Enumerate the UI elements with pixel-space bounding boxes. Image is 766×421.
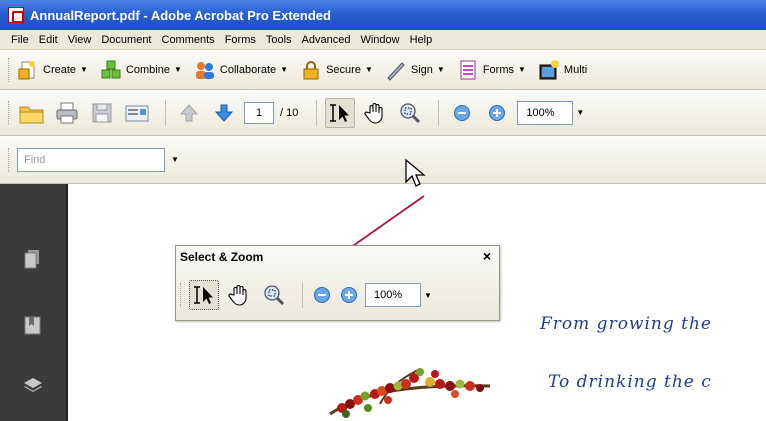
close-icon[interactable]: × [483, 248, 491, 264]
select-zoom-floating-toolbar[interactable]: Select & Zoom × 100% ▼ [175, 245, 500, 321]
hand-icon [228, 285, 247, 306]
floating-toolbar-title: Select & Zoom [180, 250, 264, 264]
mouse-pointer-icon [405, 158, 426, 187]
zoom-in-icon [341, 287, 357, 303]
zoom-out-icon [314, 287, 330, 303]
toolbar-separator [302, 282, 303, 308]
floating-toolbar-row: 100% ▼ [180, 280, 435, 310]
select-text-cursor-icon [194, 286, 213, 304]
chevron-down-icon[interactable]: ▼ [421, 283, 435, 307]
hand-tool-button[interactable] [224, 280, 254, 310]
marquee-zoom-button[interactable] [259, 280, 289, 310]
zoom-in-button[interactable] [338, 280, 360, 310]
zoom-level-field[interactable]: 100% [365, 283, 421, 307]
toolbar-grip[interactable] [180, 283, 183, 307]
callout-arrow [324, 195, 425, 266]
zoom-out-button[interactable] [311, 280, 333, 310]
select-tool-button[interactable] [189, 280, 219, 310]
zoom-marquee-icon [264, 285, 285, 306]
